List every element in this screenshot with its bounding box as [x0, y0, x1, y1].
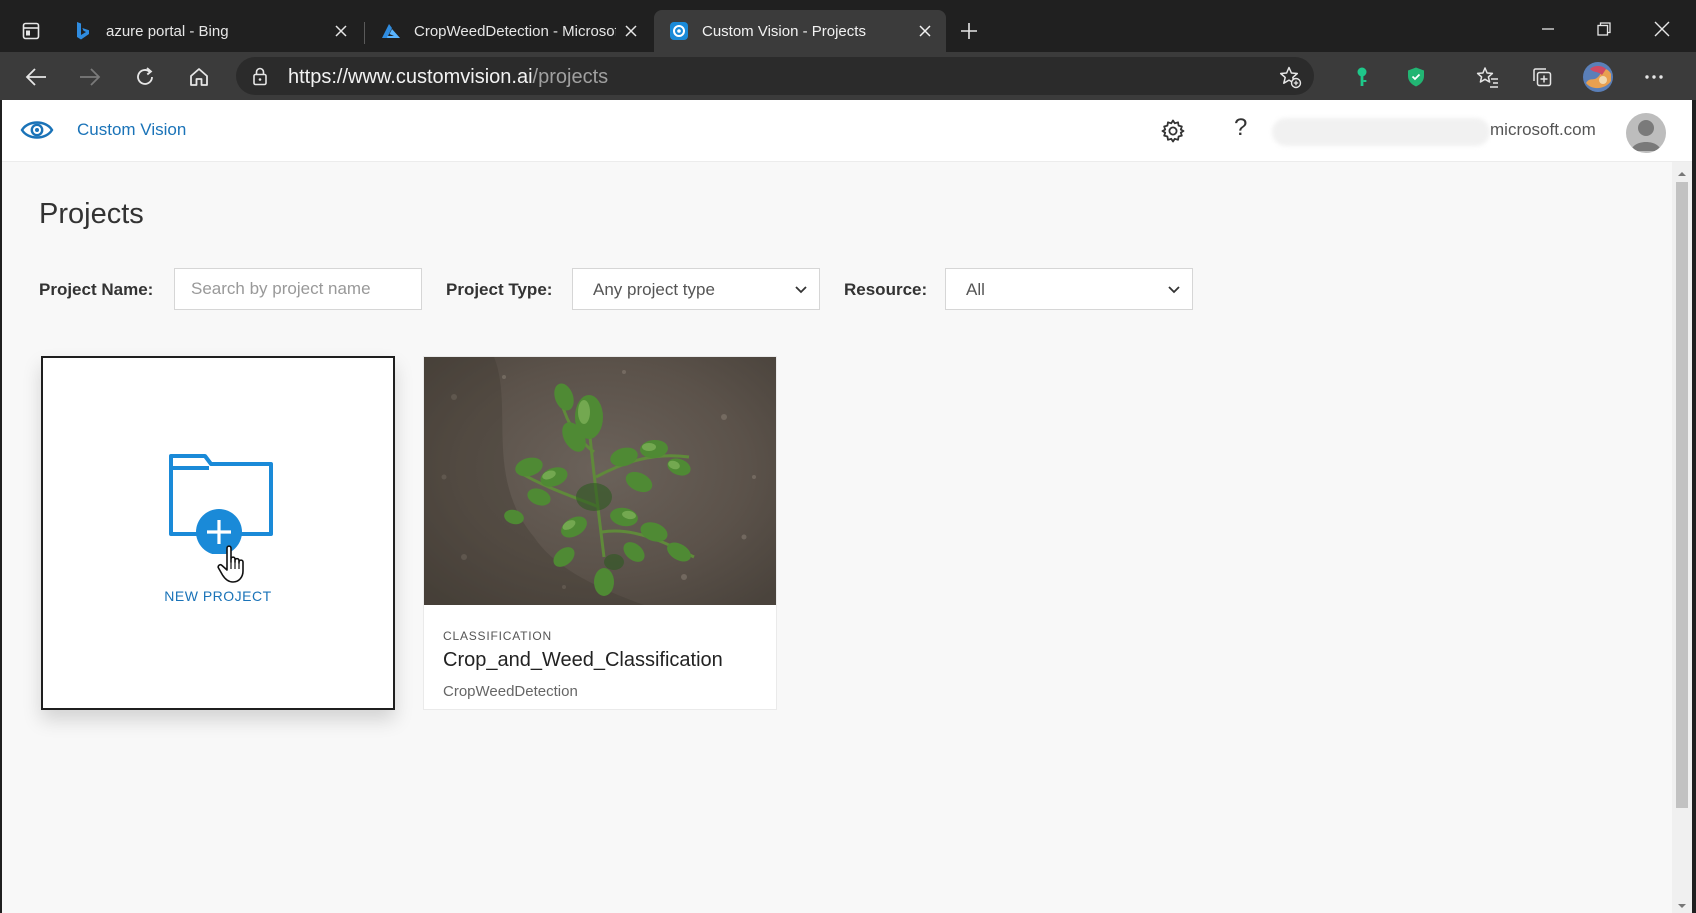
- custom-vision-logo-eye-icon[interactable]: [20, 116, 54, 144]
- project-name[interactable]: Crop_and_Weed_Classification: [443, 649, 723, 672]
- help-icon[interactable]: ?: [1234, 114, 1247, 142]
- browser-window: azure portal - Bing CropWeedDetection - …: [0, 0, 1696, 913]
- new-project-card[interactable]: NEW PROJECT: [41, 356, 395, 710]
- lock-icon[interactable]: [250, 66, 270, 86]
- new-project-label: NEW PROJECT: [164, 588, 272, 604]
- close-window-icon[interactable]: [1642, 10, 1682, 48]
- profile-avatar-icon[interactable]: [1580, 59, 1616, 95]
- close-tab-icon[interactable]: [326, 16, 356, 46]
- tab-azure[interactable]: CropWeedDetection - Microsoft: [366, 10, 652, 52]
- settings-gear-icon[interactable]: [1160, 118, 1186, 144]
- scrollbar-thumb[interactable]: [1676, 182, 1688, 808]
- chevron-down-icon: [793, 281, 809, 297]
- account-domain[interactable]: microsoft.com: [1490, 120, 1596, 140]
- project-name-label: Project Name:: [39, 280, 154, 299]
- resource-selected-value: All: [966, 280, 985, 299]
- project-card[interactable]: CLASSIFICATION Crop_and_Weed_Classificat…: [423, 356, 777, 710]
- project-thumbnail-image[interactable]: [424, 357, 776, 605]
- key-extension-icon[interactable]: [1344, 59, 1380, 95]
- tab-separator: [364, 22, 365, 44]
- tab-title: azure portal - Bing: [106, 22, 229, 40]
- user-avatar-icon[interactable]: [1626, 113, 1666, 153]
- minimize-icon[interactable]: [1528, 10, 1568, 48]
- project-type-selected-value: Any project type: [593, 280, 715, 299]
- scroll-down-arrow-icon[interactable]: [1677, 898, 1687, 908]
- tab-strip: azure portal - Bing CropWeedDetection - …: [0, 0, 1696, 52]
- close-tab-icon[interactable]: [616, 16, 646, 46]
- back-icon[interactable]: [18, 59, 54, 95]
- restore-icon[interactable]: [1584, 10, 1624, 48]
- url-text: https://www.customvision.ai/projects: [288, 66, 609, 88]
- favorites-icon[interactable]: [1470, 59, 1506, 95]
- new-tab-icon[interactable]: [954, 16, 984, 46]
- address-bar[interactable]: https://www.customvision.ai/projects: [236, 57, 1314, 95]
- hand-pointer-cursor-icon: [217, 544, 251, 584]
- more-options-icon[interactable]: [1636, 59, 1672, 95]
- tab-custom-vision[interactable]: Custom Vision - Projects: [654, 10, 946, 52]
- forward-icon[interactable]: [72, 59, 108, 95]
- tab-bing[interactable]: azure portal - Bing: [58, 10, 362, 52]
- custom-vision-icon: [668, 20, 690, 42]
- app-name-link[interactable]: Custom Vision: [77, 120, 186, 140]
- vertical-scrollbar[interactable]: [1672, 162, 1692, 913]
- close-tab-icon[interactable]: [910, 16, 940, 46]
- chevron-down-icon: [1166, 281, 1182, 297]
- new-project-folder-icon: [167, 450, 275, 555]
- tab-title: Custom Vision - Projects: [702, 22, 866, 40]
- resource-select[interactable]: All: [945, 268, 1193, 310]
- web-page: Custom Vision ? microsoft.com Projects P…: [2, 100, 1692, 913]
- project-type-select[interactable]: Any project type: [572, 268, 820, 310]
- collections-icon[interactable]: [1524, 59, 1560, 95]
- shield-extension-icon[interactable]: [1398, 59, 1434, 95]
- tab-actions-icon[interactable]: [14, 14, 48, 48]
- refresh-icon[interactable]: [127, 59, 163, 95]
- add-favorite-icon[interactable]: [1278, 65, 1302, 89]
- project-resource: CropWeedDetection: [443, 683, 578, 700]
- azure-icon: [380, 20, 402, 42]
- home-icon[interactable]: [181, 59, 217, 95]
- project-type-badge: CLASSIFICATION: [443, 629, 552, 643]
- resource-label: Resource:: [844, 280, 928, 299]
- page-title: Projects: [39, 198, 144, 230]
- scroll-up-arrow-icon[interactable]: [1677, 166, 1687, 176]
- app-header: Custom Vision ? microsoft.com: [2, 100, 1692, 162]
- redacted-account-name: [1272, 118, 1490, 146]
- bing-icon: [72, 20, 94, 42]
- tab-title: CropWeedDetection - Microsoft: [414, 22, 616, 40]
- browser-toolbar: https://www.customvision.ai/projects: [0, 52, 1696, 100]
- project-name-search-input[interactable]: [174, 268, 422, 310]
- project-type-label: Project Type:: [446, 280, 553, 299]
